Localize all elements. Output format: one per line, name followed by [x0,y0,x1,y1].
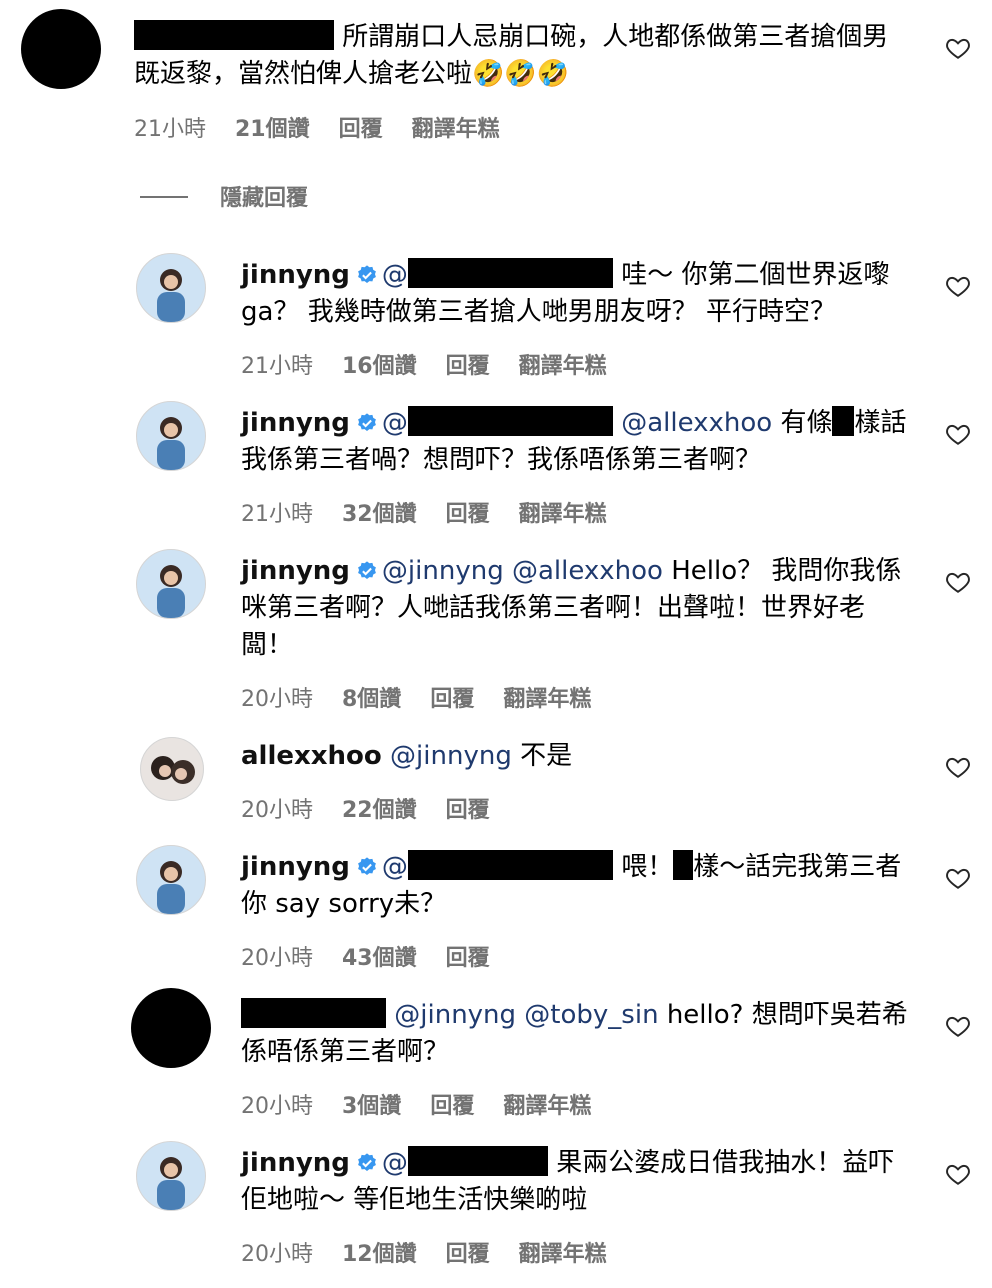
avatar[interactable] [136,549,206,619]
comment-text: jinnyng @ 喂！ 樣～話完我第三者你 say sorry未？ [241,850,902,919]
comment-meta: 20小時 43個讚 回覆 [241,940,512,972]
timestamp: 21小時 [134,117,206,142]
redacted-block [134,20,334,50]
comment-text: 所謂崩口人忌崩口碗，人地都係做第三者搶個男既返黎，當然怕俾人搶老公啦🤣🤣🤣 [134,20,889,89]
comment-text: jinnyng @jinnyng @allexxhoo Hello？ 我問你我係咪… [241,556,902,660]
verified-badge-icon [358,1153,376,1171]
heart-outline-icon[interactable] [945,754,971,780]
redacted-block [407,850,613,880]
reply-button[interactable]: 回覆 [339,117,383,142]
heart-outline-icon[interactable] [945,1161,971,1187]
avatar[interactable] [136,845,206,915]
mention[interactable]: @jinnyng [390,741,512,771]
avatar[interactable] [136,401,206,471]
like-count[interactable]: 8個讚 [342,687,401,712]
reply-button[interactable]: 回覆 [446,502,490,527]
reply-button[interactable]: 回覆 [430,1094,474,1119]
heart-outline-icon[interactable] [945,569,971,595]
comment-text: jinnyng @ 果兩公婆成日借我抽水！益吓佢地啦～ 等佢地生活快樂啲啦 [241,1146,895,1215]
timestamp: 20小時 [241,1094,313,1119]
avatar[interactable] [131,988,211,1068]
profile-photo-icon [157,565,185,618]
mention[interactable]: @allexxhoo [621,408,772,438]
translate-button[interactable]: 翻譯年糕 [519,354,607,379]
profile-photo-icon [157,269,185,322]
like-count[interactable]: 12個讚 [342,1242,417,1267]
heart-outline-icon[interactable] [945,421,971,447]
heart-outline-icon[interactable] [945,273,971,299]
username[interactable]: jinnyng [241,852,350,882]
translate-button[interactable]: 翻譯年糕 [519,1242,607,1267]
mention[interactable]: @jinnyng @allexxhoo [382,556,663,586]
redacted-block [832,406,855,436]
mention[interactable]: @ [382,408,408,438]
mention[interactable]: @ [382,260,408,290]
profile-photo-icon [157,1157,185,1210]
like-count[interactable]: 32個讚 [342,502,417,527]
username[interactable]: jinnyng [241,1148,350,1178]
username[interactable]: allexxhoo [241,741,382,771]
username[interactable]: jinnyng [241,408,350,438]
avatar[interactable] [136,253,206,323]
timestamp: 20小時 [241,946,313,971]
comment-meta: 20小時 12個讚 回覆 翻譯年糕 [241,1236,629,1268]
redacted-block [407,406,613,436]
divider-line [140,196,188,198]
timestamp: 21小時 [241,354,313,379]
comment-meta: 21小時 16個讚 回覆 翻譯年糕 [241,348,629,380]
comment-text: allexxhoo @jinnyng 不是 [241,741,573,771]
avatar[interactable] [136,1141,206,1211]
translate-button[interactable]: 翻譯年糕 [412,117,500,142]
verified-badge-icon [358,413,376,431]
reply-button[interactable]: 回覆 [446,946,490,971]
avatar[interactable] [140,737,204,801]
comment-meta: 21小時 21個讚 回覆 翻譯年糕 [134,111,522,143]
reply-button[interactable]: 回覆 [446,354,490,379]
mention[interactable]: @ [382,852,408,882]
comment-text: jinnyng @ 哇～ 你第二個世界返嚟ga？ 我幾時做第三者搶人哋男朋友呀？ … [241,258,890,327]
translate-button[interactable]: 翻譯年糕 [503,687,591,712]
translate-button[interactable]: 翻譯年糕 [519,502,607,527]
comment-meta: 21小時 32個讚 回覆 翻譯年糕 [241,496,629,528]
reply-button[interactable]: 回覆 [430,687,474,712]
translate-button[interactable]: 翻譯年糕 [503,1094,591,1119]
verified-badge-icon [358,857,376,875]
profile-photo-icon [157,861,185,914]
comment-meta: 20小時 22個讚 回覆 [241,792,512,824]
like-count[interactable]: 3個讚 [342,1094,401,1119]
comment-text: @jinnyng @toby_sin hello? 想問吓吳若希係唔係第三者啊？ [241,998,908,1067]
verified-badge-icon [358,265,376,283]
mention[interactable]: @jinnyng @toby_sin [394,1000,658,1030]
hide-replies-button[interactable]: 隱藏回覆 [140,180,308,212]
verified-badge-icon [358,561,376,579]
timestamp: 20小時 [241,687,313,712]
like-count[interactable]: 22個讚 [342,798,417,823]
profile-photo-icon [151,756,195,784]
like-count[interactable]: 16個讚 [342,354,417,379]
comment-text: jinnyng @ @allexxhoo 有條 樣話我係第三者喎？想問吓？我係唔係第… [241,406,907,475]
timestamp: 20小時 [241,1242,313,1267]
timestamp: 20小時 [241,798,313,823]
comment-meta: 20小時 3個讚 回覆 翻譯年糕 [241,1088,613,1120]
redacted-block [407,258,613,288]
mention[interactable]: @ [382,1148,408,1178]
like-count[interactable]: 21個讚 [235,117,310,142]
timestamp: 21小時 [241,502,313,527]
username[interactable]: jinnyng [241,260,350,290]
redacted-block [241,998,386,1028]
like-count[interactable]: 43個讚 [342,946,417,971]
username[interactable]: jinnyng [241,556,350,586]
profile-photo-icon [157,417,185,470]
reply-button[interactable]: 回覆 [446,798,490,823]
heart-outline-icon[interactable] [945,35,971,61]
comment-meta: 20小時 8個讚 回覆 翻譯年糕 [241,681,613,713]
reply-button[interactable]: 回覆 [446,1242,490,1267]
redacted-block [673,850,694,880]
redacted-block [407,1146,548,1176]
avatar[interactable] [21,9,101,89]
heart-outline-icon[interactable] [945,1013,971,1039]
heart-outline-icon[interactable] [945,865,971,891]
